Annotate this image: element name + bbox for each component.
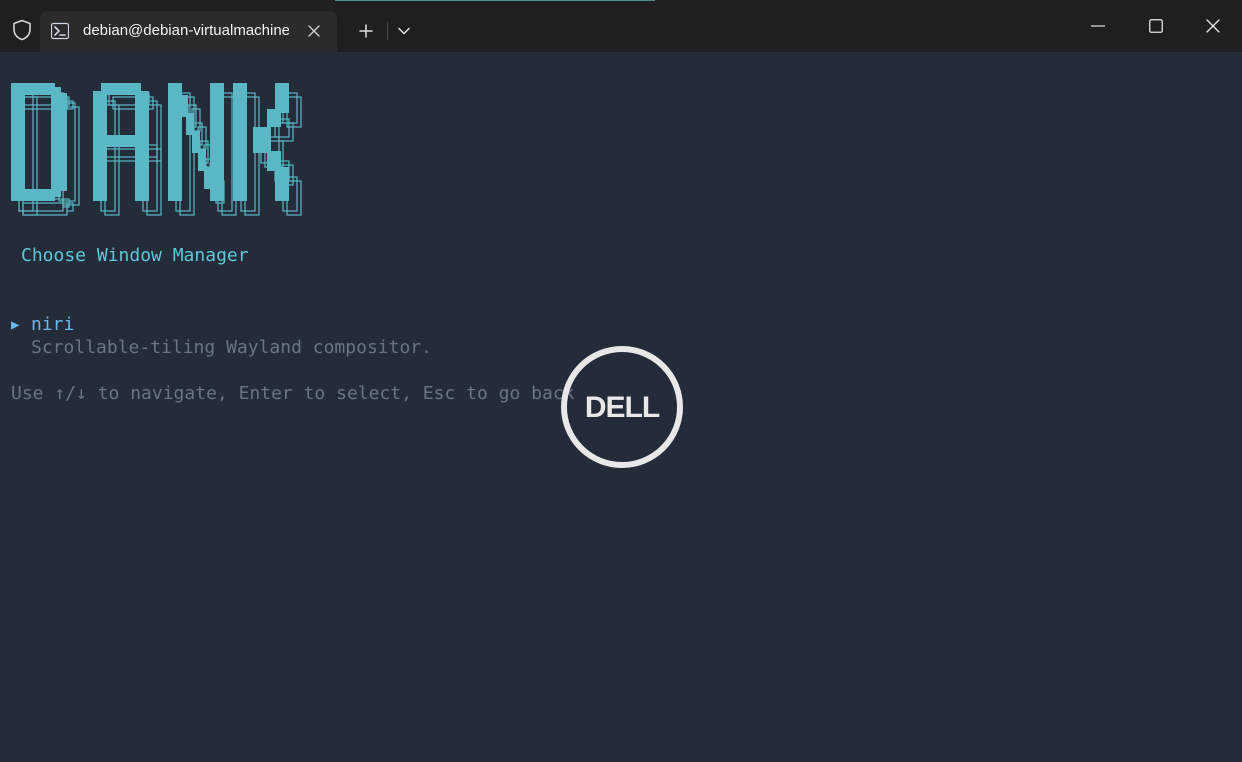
tab-active[interactable]: debian@debian-virtualmachine: [40, 11, 337, 52]
title-bar-accent: [335, 0, 655, 1]
banner-block: [168, 83, 182, 201]
shield-icon[interactable]: [8, 16, 36, 44]
banner-block: [210, 83, 224, 201]
dell-logo: DELL: [561, 346, 683, 468]
option-description: Scrollable-tiling Wayland compositor.: [31, 337, 432, 358]
help-text: Use ↑/↓ to navigate, Enter to select, Es…: [11, 383, 575, 404]
close-icon[interactable]: [1190, 6, 1236, 46]
close-icon[interactable]: [304, 21, 324, 41]
terminal-view[interactable]: Choose Window Manager ▶ niri Scrollable-…: [0, 52, 1242, 762]
banner-block: [204, 167, 212, 189]
banner-block: [275, 83, 289, 113]
banner-block: [233, 83, 247, 201]
title-bar: debian@debian-virtualmachine: [0, 0, 1242, 52]
banner-block: [55, 189, 61, 197]
dell-logo-text: DELL: [585, 391, 660, 424]
banner-block: [253, 127, 271, 153]
banner-outline-block: [104, 104, 120, 216]
banner-block: [93, 135, 149, 147]
banner-block: [11, 83, 25, 201]
banner-outline-block: [104, 148, 162, 162]
banner-block: [11, 189, 55, 201]
banner-block: [55, 87, 61, 95]
maximize-icon[interactable]: [1133, 6, 1179, 46]
selection-marker: ▶: [11, 317, 20, 333]
banner-block: [267, 109, 281, 127]
plus-icon[interactable]: [348, 18, 384, 44]
minimize-icon[interactable]: [1075, 6, 1121, 46]
tab-separator: [387, 22, 388, 40]
banner-block: [51, 93, 67, 191]
banner-outline-block: [244, 96, 260, 216]
tab-title: debian@debian-virtualmachine: [83, 22, 289, 39]
option-niri[interactable]: niri: [31, 314, 74, 336]
banner-outline-block: [278, 122, 294, 142]
menu-heading: Choose Window Manager: [21, 245, 249, 266]
dank-ascii-banner: [11, 83, 302, 216]
powershell-icon: [50, 22, 70, 40]
chevron-down-icon[interactable]: [390, 18, 418, 44]
banner-outline-block: [146, 104, 162, 216]
banner-outline-block: [22, 202, 68, 216]
banner-block: [275, 167, 289, 201]
banner-outline-block: [286, 180, 302, 216]
